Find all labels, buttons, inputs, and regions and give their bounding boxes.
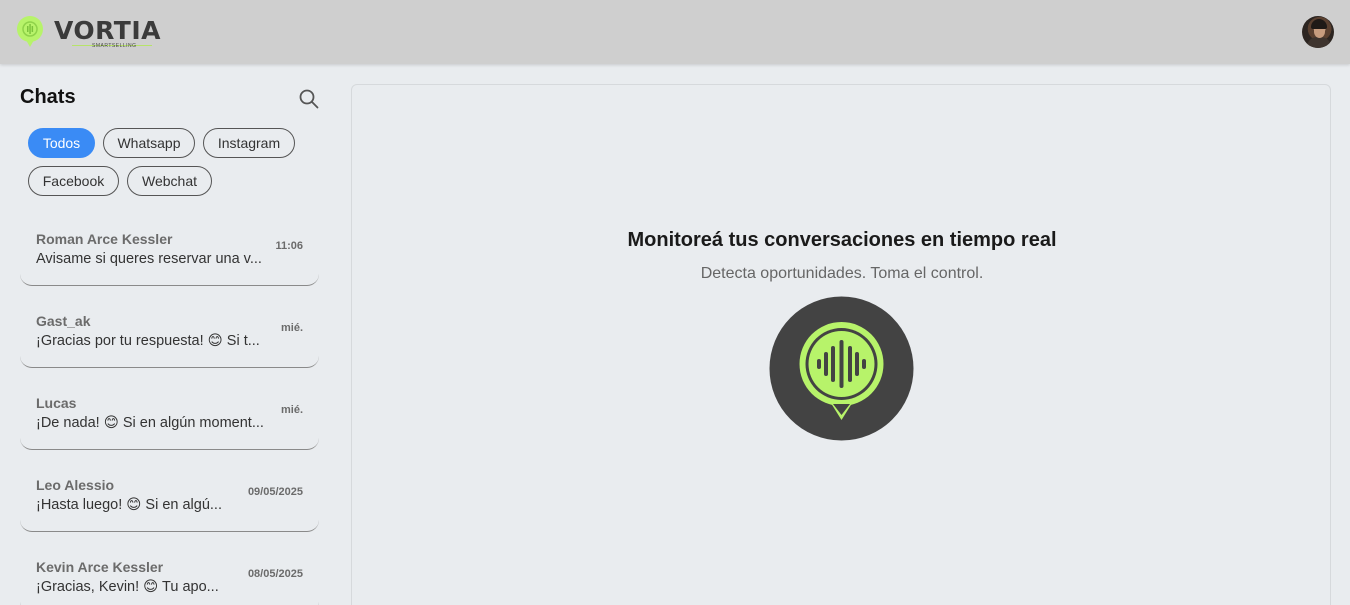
chat-last-message: ¡Hasta luego! 😊 Si en algú... <box>36 497 222 513</box>
empty-state-title: Monitoreá tus conversaciones en tiempo r… <box>627 229 1057 251</box>
brand-name: VORTIA <box>54 16 161 45</box>
logo-mark-icon <box>16 16 43 47</box>
chat-contact-name: Lucas <box>36 395 77 411</box>
filter-todos[interactable]: Todos <box>28 128 95 158</box>
chat-list-item[interactable]: Lucas ¡De nada! 😊 Si en algún moment... … <box>20 380 319 450</box>
filter-webchat[interactable]: Webchat <box>127 166 212 196</box>
chat-timestamp: 08/05/2025 <box>247 568 303 580</box>
chat-contact-name: Roman Arce Kessler <box>36 231 173 247</box>
top-bar: VORTIA SMARTSELLING <box>0 0 1350 64</box>
empty-state-subtitle: Detecta oportunidades. Toma el control. <box>700 265 984 282</box>
chat-list-item[interactable]: Leo Alessio ¡Hasta luego! 😊 Si en algú..… <box>20 462 319 532</box>
chats-sidebar: Chats Todos Whatsapp Instagram Facebook … <box>0 64 340 605</box>
conversation-panel: Monitoreá tus conversaciones en tiempo r… <box>351 84 1331 605</box>
filter-whatsapp[interactable]: Whatsapp <box>103 128 195 158</box>
chat-timestamp: 11:06 <box>275 240 303 252</box>
chats-title: Chats <box>20 86 76 108</box>
chat-timestamp: mié. <box>280 404 303 416</box>
chat-list-item[interactable]: Roman Arce Kessler Avisame si queres res… <box>20 216 319 286</box>
chat-last-message: Avisame si queres reservar una v... <box>36 251 262 267</box>
search-icon[interactable] <box>298 88 320 110</box>
brand-tagline: SMARTSELLING <box>92 43 137 49</box>
chat-list-item[interactable]: Gast_ak ¡Gracias por tu respuesta! 😊 Si … <box>20 298 319 368</box>
avatar-hair <box>1311 19 1327 29</box>
user-avatar[interactable] <box>1302 16 1334 48</box>
chat-contact-name: Gast_ak <box>36 313 91 329</box>
filter-instagram[interactable]: Instagram <box>203 128 295 158</box>
chat-last-message: ¡Gracias por tu respuesta! 😊 Si t... <box>36 333 260 349</box>
chat-timestamp: mié. <box>280 322 303 334</box>
chat-contact-name: Kevin Arce Kessler <box>36 559 164 575</box>
chat-list-item[interactable]: Kevin Arce Kessler ¡Gracias, Kevin! 😊 Tu… <box>20 544 319 605</box>
chat-last-message: ¡Gracias, Kevin! 😊 Tu apo... <box>36 579 219 595</box>
chat-last-message: ¡De nada! 😊 Si en algún moment... <box>36 415 264 431</box>
voice-bubble-icon <box>769 296 914 441</box>
brand-logo[interactable]: VORTIA SMARTSELLING <box>14 14 174 50</box>
chat-contact-name: Leo Alessio <box>36 477 115 493</box>
chat-timestamp: 09/05/2025 <box>247 486 303 498</box>
avatar-body <box>1307 37 1331 48</box>
filter-facebook[interactable]: Facebook <box>28 166 119 196</box>
